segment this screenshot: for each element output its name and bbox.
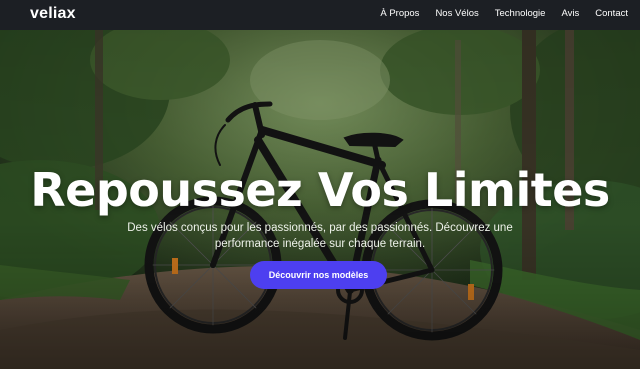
nav-link-bikes[interactable]: Nos Vélos: [435, 8, 478, 19]
hero-section: Repoussez Vos Limites Des vélos conçus p…: [0, 0, 640, 369]
nav-link-technology[interactable]: Technologie: [495, 8, 546, 19]
discover-models-button[interactable]: Découvrir nos modèles: [250, 261, 387, 289]
nav-link-about[interactable]: À Propos: [380, 8, 419, 19]
hero-subtitle: Des vélos conçus pour les passionnés, pa…: [127, 222, 513, 250]
nav-link-contact[interactable]: Contact: [595, 8, 628, 19]
nav-links: À Propos Nos Vélos Technologie Avis Cont…: [364, 8, 628, 19]
hero-title: Repoussez Vos Limites: [30, 163, 610, 217]
nav-link-reviews[interactable]: Avis: [561, 8, 579, 19]
brand-logo[interactable]: veliax: [30, 5, 76, 23]
top-navbar: veliax À Propos Nos Vélos Technologie Av…: [0, 0, 640, 30]
